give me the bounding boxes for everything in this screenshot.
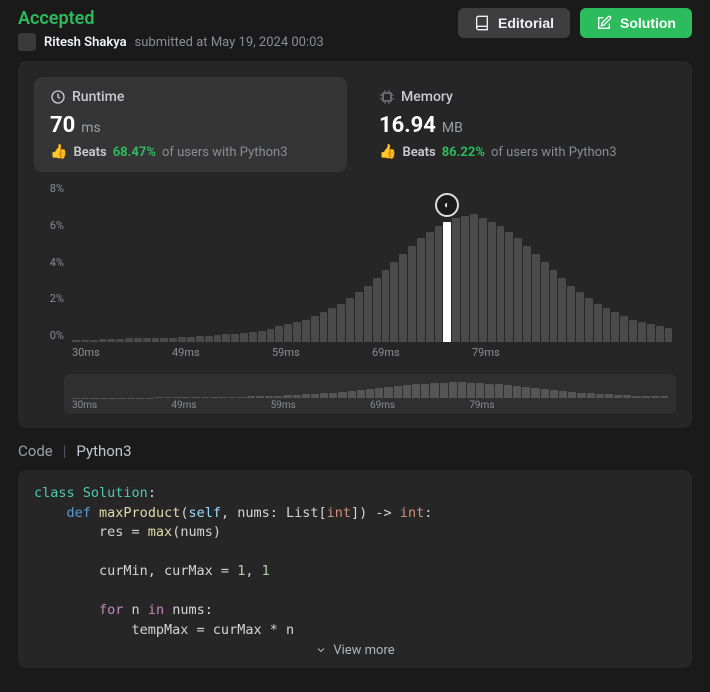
histogram-bar[interactable] — [514, 238, 522, 342]
histogram-bar[interactable] — [311, 316, 319, 342]
thumbsup-icon: 👍 — [379, 144, 396, 160]
memory-value: 16.94 — [379, 113, 436, 138]
histogram-bar[interactable] — [258, 331, 266, 342]
histogram-bar[interactable] — [90, 340, 98, 342]
language-label[interactable]: Python3 — [76, 442, 131, 460]
histogram-bar[interactable] — [355, 292, 363, 342]
histogram-bar[interactable] — [72, 340, 80, 342]
histogram-bar[interactable] — [435, 226, 443, 342]
histogram-bar[interactable] — [532, 254, 540, 342]
histogram-bar[interactable] — [328, 308, 336, 342]
memory-beats-pct: 86.22% — [442, 145, 485, 160]
histogram-bar[interactable] — [488, 222, 496, 342]
histogram-bar[interactable] — [426, 232, 434, 342]
username[interactable]: Ritesh Shakya — [44, 35, 127, 50]
histogram-bar[interactable] — [408, 246, 416, 342]
status-label: Accepted — [18, 8, 324, 29]
edit-icon — [596, 15, 612, 31]
solution-button[interactable]: Solution — [580, 8, 692, 38]
code-tab[interactable]: Code — [18, 442, 53, 460]
histogram-bar[interactable] — [452, 218, 460, 342]
histogram-bar[interactable] — [567, 286, 575, 342]
histogram-bar[interactable] — [169, 338, 177, 342]
histogram-bar[interactable] — [603, 308, 611, 342]
your-position-marker: ◐ — [435, 193, 459, 217]
clock-icon — [50, 89, 66, 105]
code-panel: class Solution: def maxProduct(self, num… — [18, 470, 692, 668]
histogram-bar[interactable] — [470, 214, 478, 342]
histogram-bar[interactable] — [505, 232, 513, 342]
histogram-bar[interactable] — [302, 320, 310, 342]
runtime-card[interactable]: Runtime 70 ms 👍 Beats 68.47% of users wi… — [34, 77, 347, 172]
histogram-bar[interactable] — [196, 336, 204, 342]
histogram-bar[interactable] — [346, 298, 354, 342]
histogram-bar[interactable] — [390, 262, 398, 342]
histogram-bar[interactable] — [267, 329, 275, 342]
histogram-bar[interactable] — [178, 337, 186, 342]
thumbsup-icon: 👍 — [50, 144, 67, 160]
histogram-bar[interactable] — [249, 332, 257, 342]
histogram-bar[interactable] — [594, 304, 602, 342]
histogram-bar[interactable] — [143, 338, 151, 342]
histogram-bar[interactable] — [116, 339, 124, 342]
histogram-bar[interactable] — [656, 326, 664, 342]
histogram-bar[interactable] — [275, 326, 283, 342]
histogram-bar[interactable] — [240, 333, 248, 342]
histogram-bar[interactable] — [382, 270, 390, 342]
histogram-bar[interactable] — [611, 312, 619, 342]
result-panel: Runtime 70 ms 👍 Beats 68.47% of users wi… — [18, 61, 692, 428]
histogram-bar[interactable] — [364, 286, 372, 342]
histogram-bar[interactable] — [523, 246, 531, 342]
histogram-bar[interactable] — [443, 222, 451, 342]
editorial-button[interactable]: Editorial — [458, 8, 570, 38]
histogram-bar[interactable] — [373, 278, 381, 342]
book-icon — [474, 15, 490, 31]
chip-icon — [379, 89, 395, 105]
histogram-bar[interactable] — [205, 336, 213, 342]
histogram-bar[interactable] — [214, 335, 222, 342]
histogram-bar[interactable] — [665, 328, 673, 342]
histogram-bar[interactable] — [152, 338, 160, 342]
histogram-bar[interactable] — [576, 292, 584, 342]
runtime-value: 70 — [50, 113, 75, 138]
histogram-bar[interactable] — [320, 312, 328, 342]
histogram-bar[interactable] — [222, 334, 230, 342]
histogram-bar[interactable] — [284, 324, 292, 342]
histogram-bar[interactable] — [558, 278, 566, 342]
runtime-beats-pct: 68.47% — [113, 145, 156, 160]
histogram-bar[interactable] — [125, 338, 133, 342]
histogram-bar[interactable] — [497, 226, 505, 342]
histogram-bar[interactable] — [399, 254, 407, 342]
avatar — [18, 33, 36, 51]
histogram-bar[interactable] — [585, 298, 593, 342]
histogram-bar[interactable] — [99, 339, 107, 342]
histogram-bar[interactable] — [479, 218, 487, 342]
histogram-bar[interactable] — [417, 238, 425, 342]
histogram-bar[interactable] — [638, 322, 646, 342]
histogram-bar[interactable] — [541, 262, 549, 342]
histogram-bar[interactable] — [231, 334, 239, 342]
histogram-bar[interactable] — [187, 337, 195, 342]
histogram-bar[interactable] — [81, 340, 89, 342]
byline: Ritesh Shakya submitted at May 19, 2024 … — [18, 33, 324, 51]
histogram-bar[interactable] — [647, 324, 655, 342]
histogram-bar[interactable] — [160, 338, 168, 342]
histogram-bar[interactable] — [107, 339, 115, 342]
minimap-chart[interactable]: 30ms49ms59ms69ms79ms — [64, 374, 676, 414]
chevron-down-icon — [315, 644, 327, 656]
histogram-bar[interactable] — [461, 216, 469, 342]
histogram-bar[interactable] — [134, 338, 142, 342]
histogram-bar[interactable] — [620, 316, 628, 342]
histogram-bar[interactable] — [629, 320, 637, 342]
memory-card[interactable]: Memory 16.94 MB 👍 Beats 86.22% of users … — [363, 77, 676, 172]
histogram-bar[interactable] — [337, 304, 345, 342]
submitted-at: submitted at May 19, 2024 00:03 — [135, 35, 324, 50]
histogram-bar[interactable] — [293, 322, 301, 342]
source-code[interactable]: class Solution: def maxProduct(self, num… — [34, 484, 676, 641]
histogram-bar[interactable] — [550, 270, 558, 342]
runtime-distribution-chart: 8%6%4%2%0% ◐ 30ms49ms59ms69ms79ms — [34, 182, 676, 362]
